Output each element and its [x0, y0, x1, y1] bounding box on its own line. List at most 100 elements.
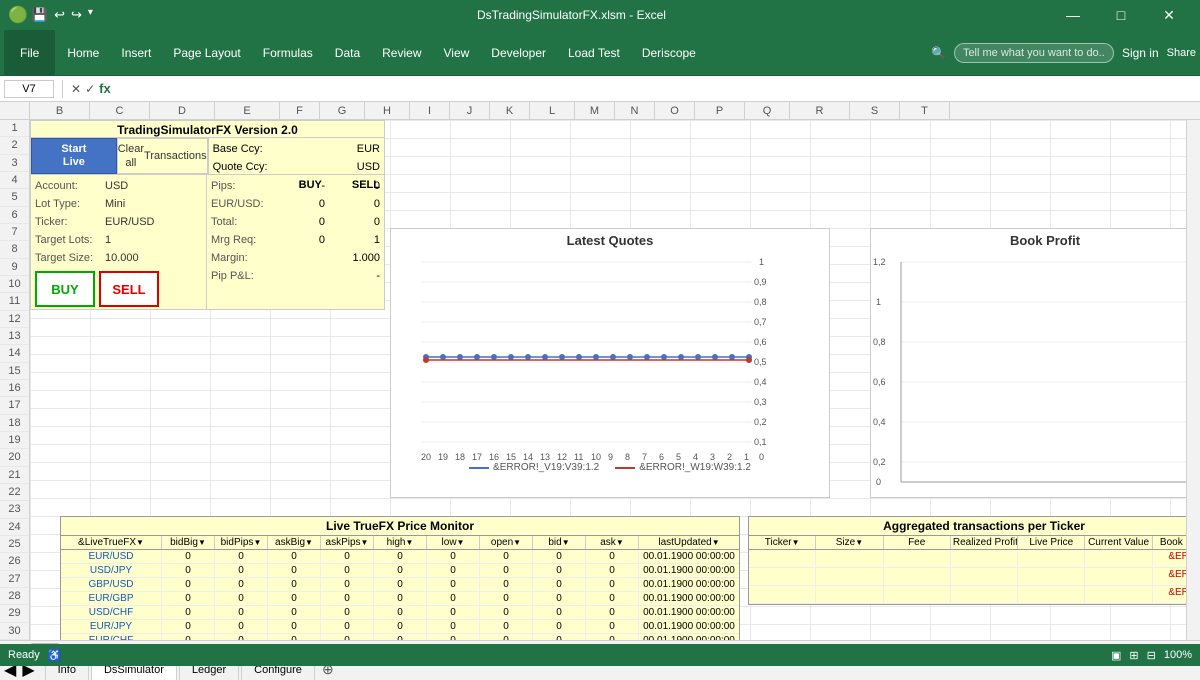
sell-button[interactable]: SELL — [99, 271, 159, 307]
svg-text:0,6: 0,6 — [873, 377, 886, 387]
trading-left: Account: USD Lot Type: Mini Ticker: EUR/… — [31, 175, 206, 309]
lot-type-label: Lot Type: — [35, 198, 105, 210]
col-header-O[interactable]: O — [655, 102, 695, 119]
view-page-icon[interactable]: ⊞ — [1129, 649, 1138, 662]
row-num-4[interactable]: 4 — [0, 172, 29, 189]
col-header-Q[interactable]: Q — [745, 102, 790, 119]
row-num-12[interactable]: 12 — [0, 311, 29, 328]
tab-review[interactable]: Review — [372, 30, 431, 75]
row-num-7[interactable]: 7 — [0, 224, 29, 241]
view-normal-icon[interactable]: ▣ — [1111, 649, 1121, 662]
tab-load-test[interactable]: Load Test — [558, 30, 630, 75]
row-num-26[interactable]: 26 — [0, 553, 29, 570]
clear-transactions-button[interactable]: Clear all Transactions — [117, 138, 208, 174]
live-truefx-table: Live TrueFX Price Monitor &LiveTrueFX▼ b… — [60, 516, 740, 640]
tab-home[interactable]: Home — [57, 30, 109, 75]
tab-file[interactable]: File — [4, 30, 55, 75]
sign-in-button[interactable]: Sign in — [1122, 46, 1159, 60]
row-num-24[interactable]: 24 — [0, 519, 29, 536]
th-current-value: Current Value — [1085, 536, 1152, 549]
formula-input[interactable] — [115, 83, 1196, 95]
row-num-13[interactable]: 13 — [0, 328, 29, 345]
ribbon-search-area: 🔍 Sign in Share — [931, 43, 1196, 63]
row-num-29[interactable]: 29 — [0, 605, 29, 622]
svg-text:0,3: 0,3 — [754, 397, 767, 407]
ribbon-search-input[interactable] — [954, 43, 1114, 63]
customize-icon[interactable]: ▾ — [88, 7, 93, 23]
row-num-15[interactable]: 15 — [0, 363, 29, 380]
window-controls: — □ ✕ — [1050, 0, 1192, 30]
row-num-28[interactable]: 28 — [0, 588, 29, 605]
row-num-25[interactable]: 25 — [0, 536, 29, 553]
col-header-D[interactable]: D — [150, 102, 215, 119]
title-bar: 🟢 💾 ↩ ↪ ▾ DsTradingSimulatorFX.xlsm - Ex… — [0, 0, 1200, 30]
row-num-27[interactable]: 27 — [0, 571, 29, 588]
col-header-P[interactable]: P — [695, 102, 745, 119]
row-num-10[interactable]: 10 — [0, 276, 29, 293]
col-header-G[interactable]: G — [320, 102, 365, 119]
share-button[interactable]: Share — [1167, 47, 1196, 59]
row-num-5[interactable]: 5 — [0, 189, 29, 206]
col-header-J[interactable]: J — [450, 102, 490, 119]
view-preview-icon[interactable]: ⊟ — [1147, 649, 1156, 662]
pips-values: - 0 — [290, 180, 380, 192]
agg-row-3: &ERRC — [749, 586, 1200, 604]
col-header-R[interactable]: R — [790, 102, 850, 119]
col-header-L[interactable]: L — [530, 102, 575, 119]
row-num-11[interactable]: 11 — [0, 293, 29, 310]
undo-icon[interactable]: ↩ — [54, 7, 65, 23]
tab-developer[interactable]: Developer — [481, 30, 556, 75]
row-num-20[interactable]: 20 — [0, 449, 29, 466]
formula-bar: ✕ ✓ fx — [0, 76, 1200, 102]
row-num-2[interactable]: 2 — [0, 137, 29, 154]
row-num-6[interactable]: 6 — [0, 207, 29, 224]
title-bar-left: 🟢 💾 ↩ ↪ ▾ — [8, 5, 93, 25]
row-num-17[interactable]: 17 — [0, 397, 29, 414]
vertical-scrollbar[interactable] — [1186, 120, 1200, 640]
col-header-N[interactable]: N — [615, 102, 655, 119]
col-header-H[interactable]: H — [365, 102, 410, 119]
redo-icon[interactable]: ↪ — [71, 7, 82, 23]
row-num-21[interactable]: 21 — [0, 467, 29, 484]
row-num-30[interactable]: 30 — [0, 623, 29, 640]
confirm-formula-icon[interactable]: ✓ — [85, 82, 95, 96]
tab-data[interactable]: Data — [325, 30, 370, 75]
row-num-1[interactable]: 1 — [0, 120, 29, 137]
maximize-button[interactable]: □ — [1098, 0, 1144, 30]
col-header-E[interactable]: E — [215, 102, 280, 119]
tab-deriscope[interactable]: Deriscope — [632, 30, 706, 75]
row-num-16[interactable]: 16 — [0, 380, 29, 397]
col-header-S[interactable]: S — [850, 102, 900, 119]
cell-reference-input[interactable] — [4, 80, 54, 98]
tab-formulas[interactable]: Formulas — [253, 30, 323, 75]
col-header-I[interactable]: I — [410, 102, 450, 119]
pips-buy: - — [290, 180, 325, 192]
tab-view[interactable]: View — [434, 30, 480, 75]
row-num-8[interactable]: 8 — [0, 241, 29, 258]
svg-text:4: 4 — [693, 452, 698, 462]
col-header-K[interactable]: K — [490, 102, 530, 119]
row-num-23[interactable]: 23 — [0, 501, 29, 518]
cancel-formula-icon[interactable]: ✕ — [71, 82, 81, 96]
save-icon[interactable]: 💾 — [32, 7, 48, 23]
minimize-button[interactable]: — — [1050, 0, 1096, 30]
th-bidbig: bidBig▼ — [162, 536, 215, 549]
row-num-18[interactable]: 18 — [0, 415, 29, 432]
tab-insert[interactable]: Insert — [111, 30, 161, 75]
row-num-3[interactable]: 3 — [0, 155, 29, 172]
svg-text:0,2: 0,2 — [754, 417, 767, 427]
close-button[interactable]: ✕ — [1146, 0, 1192, 30]
row-num-19[interactable]: 19 — [0, 432, 29, 449]
col-header-T[interactable]: T — [900, 102, 950, 119]
row-num-14[interactable]: 14 — [0, 345, 29, 362]
col-header-M[interactable]: M — [575, 102, 615, 119]
start-live-button[interactable]: Start Live — [31, 138, 117, 174]
buy-button[interactable]: BUY — [35, 271, 95, 307]
row-num-9[interactable]: 9 — [0, 259, 29, 276]
row-num-22[interactable]: 22 — [0, 484, 29, 501]
insert-function-icon[interactable]: fx — [99, 81, 111, 96]
col-header-F[interactable]: F — [280, 102, 320, 119]
col-header-C[interactable]: C — [90, 102, 150, 119]
tab-page-layout[interactable]: Page Layout — [163, 30, 250, 75]
col-header-B[interactable]: B — [30, 102, 90, 119]
